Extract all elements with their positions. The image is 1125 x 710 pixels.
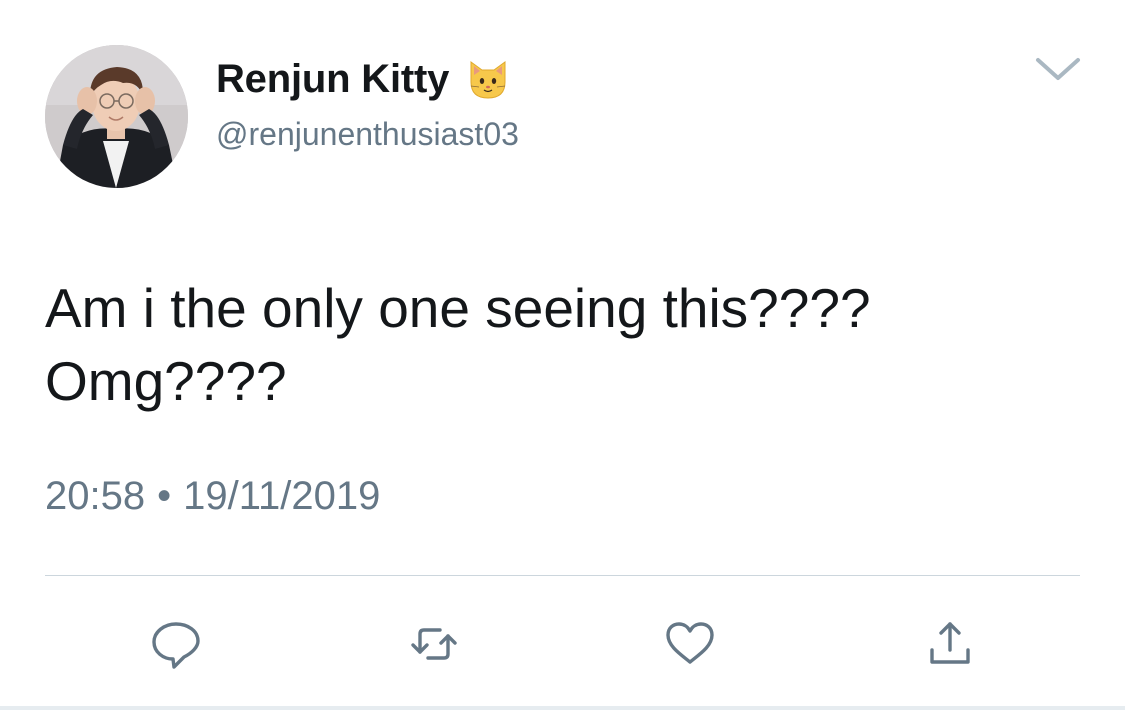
more-options-chevron-down-icon[interactable] <box>1034 54 1082 84</box>
heart-icon <box>666 622 714 664</box>
share-icon <box>930 622 970 664</box>
reply-button[interactable] <box>148 616 204 672</box>
avatar[interactable] <box>45 45 188 188</box>
tweet-text: Am i the only one seeing this???? Omg???… <box>45 272 1085 418</box>
cat-face-emoji-icon <box>465 56 511 102</box>
author-name-row[interactable]: Renjun Kitty <box>216 54 511 104</box>
bottom-border <box>0 706 1125 710</box>
tweet-time: 20:58 <box>45 474 146 518</box>
divider <box>45 575 1080 576</box>
retweet-icon <box>411 628 457 660</box>
tweet-text-line: Omg???? <box>45 350 287 412</box>
meta-separator: • <box>157 474 172 518</box>
reply-icon <box>152 622 200 669</box>
tweet-date: 19/11/2019 <box>183 474 381 518</box>
display-name[interactable]: Renjun Kitty <box>216 57 449 102</box>
tweet-text-line: Am i the only one seeing this???? <box>45 277 871 339</box>
retweet-button[interactable] <box>406 616 462 672</box>
share-button[interactable] <box>922 616 978 672</box>
like-button[interactable] <box>662 616 718 672</box>
user-handle[interactable]: @renjunenthusiast03 <box>216 116 519 153</box>
profile-photo <box>45 45 188 188</box>
tweet-timestamp[interactable]: 20:58 • 19/11/2019 <box>45 474 380 519</box>
